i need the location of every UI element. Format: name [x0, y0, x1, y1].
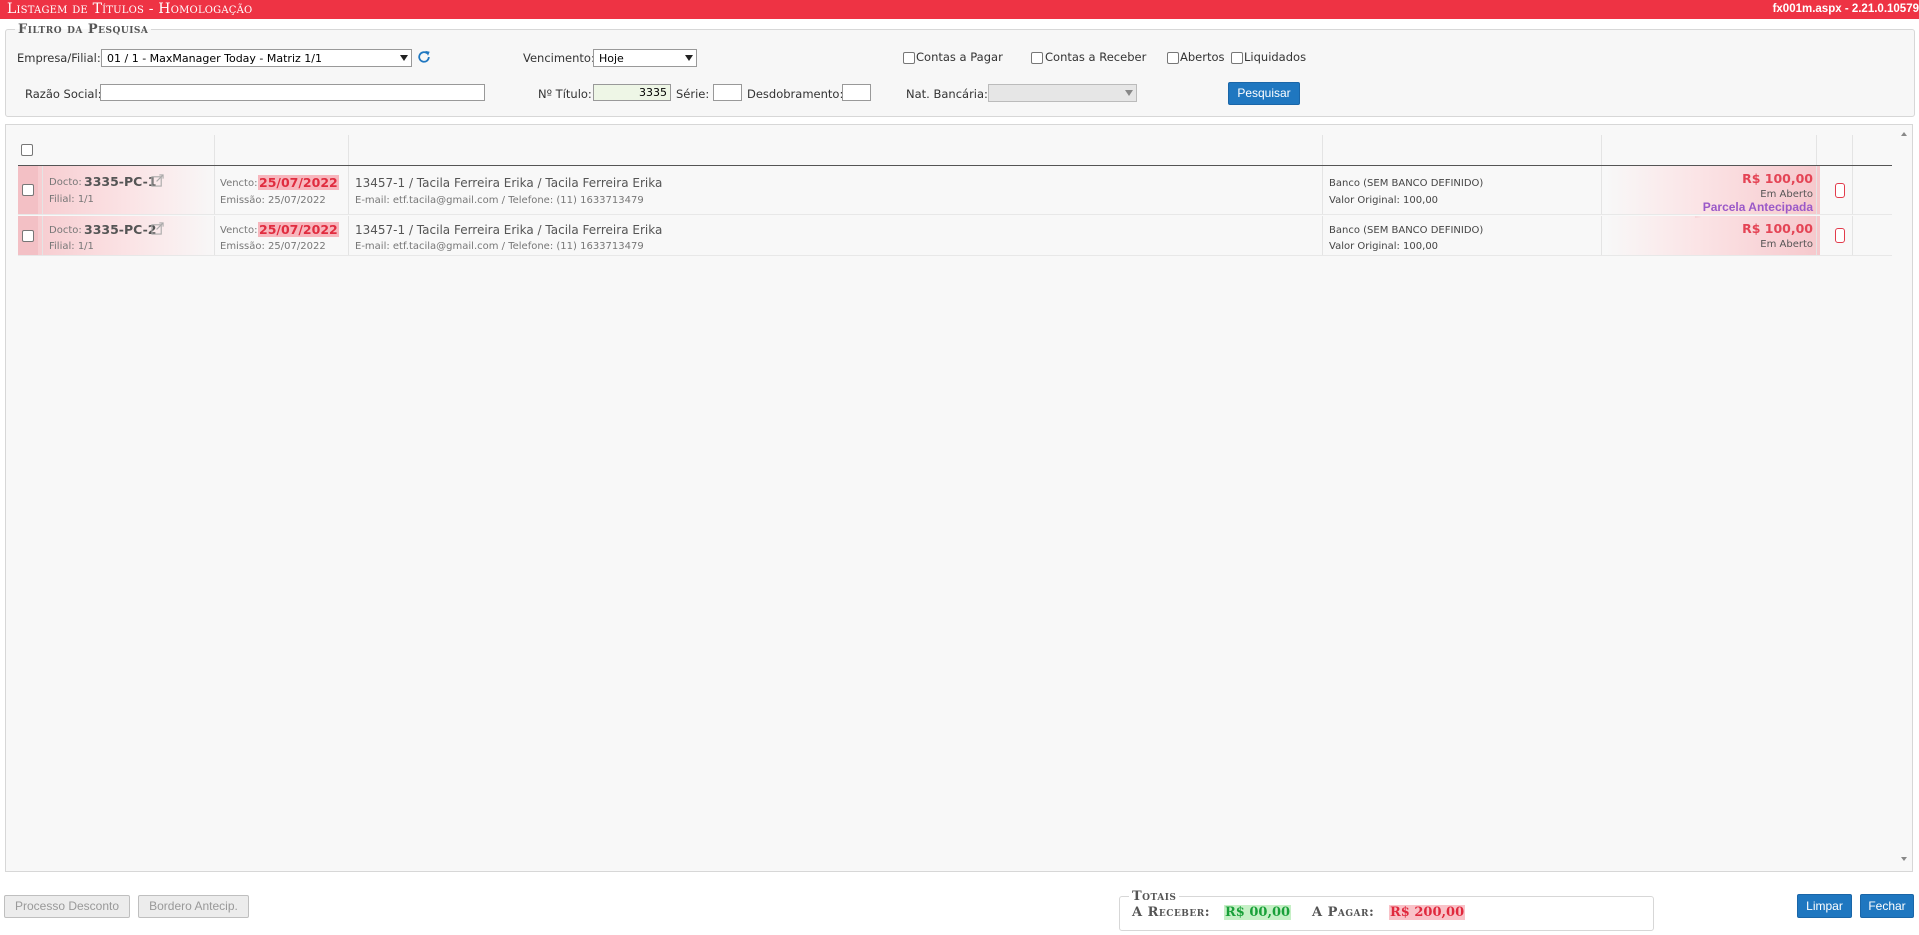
contas-receber-label[interactable]: Contas a Receber [1045, 50, 1146, 64]
chevron-down-icon [685, 55, 693, 61]
page-version: fx001m.aspx - 2.21.0.10579 [1772, 3, 1919, 15]
scroll-down-icon[interactable] [1901, 857, 1907, 861]
serie-input[interactable] [713, 84, 742, 101]
vencimento-label: Vencimento: [523, 51, 595, 65]
contas-pagar-checkbox[interactable] [903, 52, 915, 64]
emissao-date: Emissão: 25/07/2022 [220, 241, 326, 252]
serie-label: Série: [676, 87, 710, 101]
column-separator [1322, 135, 1323, 165]
razao-social-label: Razão Social: [25, 87, 102, 101]
row-status: Em Aberto [1760, 189, 1813, 200]
abertos-label[interactable]: Abertos [1180, 50, 1225, 64]
external-link-icon[interactable] [151, 174, 164, 187]
results-grid: Docto: 3335-PC-1 Filial: 1/1 Vencto: 25/… [5, 124, 1913, 872]
grid-scrollbar[interactable] [1896, 125, 1912, 871]
title-bar: Listagem de Títulos - Homologação fx001m… [0, 0, 1919, 19]
chevron-down-icon [1125, 90, 1133, 96]
row-amount: R$ 100,00 [1742, 221, 1813, 236]
search-button[interactable]: Pesquisar [1228, 82, 1300, 105]
page-title: Listagem de Títulos - Homologação [7, 1, 253, 17]
liquidados-checkbox[interactable] [1231, 52, 1243, 64]
bordero-antecip-button[interactable]: Bordero Antecip. [138, 895, 249, 918]
desdobramento-label: Desdobramento: [747, 87, 844, 101]
totals-legend: Totais [1132, 889, 1177, 904]
table-row[interactable]: Docto: 3335-PC-2 Filial: 1/1 Vencto: 25/… [18, 216, 1892, 256]
column-separator [348, 135, 349, 165]
cliente-name: 13457-1 / Tacila Ferreira Erika / Tacila… [355, 176, 663, 190]
vencimento-select[interactable]: Hoje [593, 49, 697, 67]
cliente-name: 13457-1 / Tacila Ferreira Erika / Tacila… [355, 223, 663, 237]
chevron-down-icon [400, 55, 408, 61]
row-action-button[interactable] [1835, 183, 1845, 198]
filter-panel: Filtro da Pesquisa [5, 22, 1915, 117]
docto-label: Docto: [49, 177, 82, 188]
abertos-checkbox[interactable] [1167, 52, 1179, 64]
column-separator [1601, 135, 1602, 165]
filial: Filial: 1/1 [49, 194, 94, 205]
emissao-date: Emissão: 25/07/2022 [220, 195, 326, 206]
column-separator [1852, 135, 1853, 165]
fechar-button[interactable]: Fechar [1860, 894, 1914, 918]
titulo-input[interactable]: 3335 [593, 84, 671, 101]
vencto-date: 25/07/2022 [258, 222, 339, 237]
contas-receber-checkbox[interactable] [1031, 52, 1043, 64]
external-link-icon[interactable] [151, 222, 164, 235]
refresh-icon[interactable] [417, 50, 431, 64]
column-separator [1816, 135, 1817, 165]
titulo-label: Nº Título: [538, 87, 592, 101]
docto-number: 3335-PC-1 [84, 174, 157, 189]
limpar-button[interactable]: Limpar [1797, 894, 1852, 918]
table-row[interactable]: Docto: 3335-PC-1 Filial: 1/1 Vencto: 25/… [18, 166, 1892, 218]
row-checkbox[interactable] [22, 230, 34, 242]
scroll-up-icon[interactable] [1901, 132, 1907, 136]
a-receber-value: R$ 00,00 [1224, 905, 1292, 920]
filial: Filial: 1/1 [49, 241, 94, 252]
razao-social-input[interactable] [100, 84, 485, 101]
docto-label: Docto: [49, 225, 82, 236]
empresa-label: Empresa/Filial: [17, 51, 101, 65]
parcela-antecipada-tag[interactable]: Parcela Antecipada [1703, 200, 1813, 214]
contas-pagar-label[interactable]: Contas a Pagar [916, 50, 1003, 64]
desdobramento-input[interactable] [842, 84, 871, 101]
vencto-date: 25/07/2022 [258, 175, 339, 190]
row-status: Em Aberto [1760, 239, 1813, 250]
cliente-contato: E-mail: etf.tacila@gmail.com / Telefone:… [355, 195, 644, 206]
processo-desconto-button[interactable]: Processo Desconto [4, 895, 130, 918]
banco: Banco (SEM BANCO DEFINIDO) [1329, 178, 1484, 189]
liquidados-label[interactable]: Liquidados [1244, 50, 1306, 64]
row-amount: R$ 100,00 [1742, 171, 1813, 186]
cliente-contato: E-mail: etf.tacila@gmail.com / Telefone:… [355, 241, 644, 252]
vencto-label: Vencto: [220, 225, 258, 236]
nat-bancaria-select[interactable] [988, 84, 1137, 102]
row-action-button[interactable] [1835, 228, 1845, 243]
row-checkbox[interactable] [22, 184, 34, 196]
filter-legend: Filtro da Pesquisa [18, 22, 149, 37]
a-pagar-label: A Pagar: [1312, 905, 1375, 920]
a-pagar-value: R$ 200,00 [1389, 905, 1466, 920]
valor-original: Valor Original: 100,00 [1329, 241, 1439, 252]
a-receber-label: A Receber: [1132, 905, 1211, 920]
vencto-label: Vencto: [220, 178, 258, 189]
banco: Banco (SEM BANCO DEFINIDO) [1329, 225, 1484, 236]
column-separator [214, 135, 215, 165]
empresa-select-value: 01 / 1 - MaxManager Today - Matriz 1/1 [107, 52, 322, 65]
vencimento-select-value: Hoje [599, 52, 624, 65]
docto-number: 3335-PC-2 [84, 222, 157, 237]
nat-bancaria-label: Nat. Bancária: [906, 87, 988, 101]
valor-original: Valor Original: 100,00 [1329, 195, 1439, 206]
select-all-checkbox[interactable] [21, 144, 33, 156]
empresa-select[interactable]: 01 / 1 - MaxManager Today - Matriz 1/1 [101, 49, 412, 67]
